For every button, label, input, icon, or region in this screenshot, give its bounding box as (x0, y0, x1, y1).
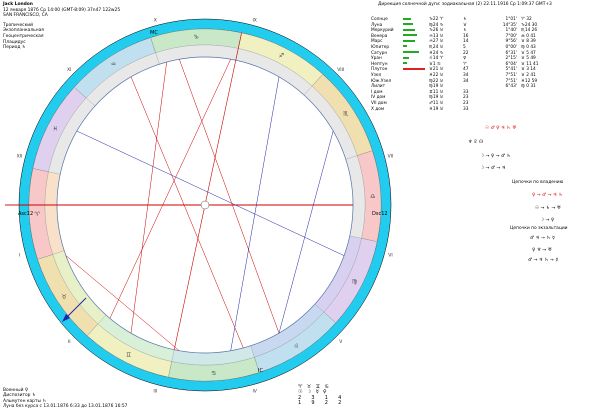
bar-fill (403, 17, 411, 20)
direction-title: Дирекция солнечной дуги: зодиакальная (2… (378, 2, 552, 7)
planet-position: ♓19 ♉ (429, 106, 444, 112)
bar-fill (403, 67, 425, 70)
sign-glyph: ♓ (53, 126, 58, 133)
dispositor-title: Цепочки по владению (512, 180, 564, 185)
dsc-label: Dsc12 (372, 211, 388, 217)
bar-fill (403, 23, 413, 26)
planet-table: Солнце ♑22 ♈ ♄ 1°01' ♈ 32 Луна ♍24 ♑ ♉ 14°35' ♑24… (369, 17, 553, 112)
sign-glyph: ♎ (370, 193, 375, 200)
directed-position (519, 107, 553, 113)
exaltation-chain-3: ♂ → ♃ ♄ → ☿ (528, 258, 559, 263)
mc-label: MC (150, 30, 158, 36)
rulership-chain-3: ☽ → ♀ → ♂ ♄ (480, 154, 511, 159)
bar-fill (403, 51, 419, 54)
sign-glyph: ♌ (294, 343, 299, 350)
bar-fill (403, 28, 415, 31)
bar-fill (403, 45, 407, 48)
house-number: VI (388, 253, 392, 259)
asc-label: Asc12 (18, 211, 33, 217)
house-number: XII (17, 153, 23, 159)
planet-name: X дом (371, 106, 385, 112)
house-number: VII (388, 153, 394, 159)
sign-glyph: ♍ (352, 278, 357, 285)
sign-glyph: ♋ (211, 370, 216, 377)
ic-label: IC (258, 368, 263, 374)
center-circle (200, 200, 210, 210)
house-number: I (19, 253, 20, 259)
house-number: IV (252, 388, 257, 394)
house-number: XI (67, 67, 71, 73)
sign-glyph: ♐ (279, 52, 284, 59)
house-number: VIII (337, 67, 344, 73)
rulership-chain-2: ♆ ♇ ☊ (468, 140, 484, 145)
sign-glyph: ♒ (111, 61, 116, 68)
sign-glyph: ♑ (194, 34, 199, 41)
exaltation-title: Цепочки по экзальтации (510, 226, 568, 231)
direction-arc (485, 107, 519, 113)
strength-bar (401, 107, 427, 113)
house-number: IX (252, 18, 256, 24)
house-number: V (339, 339, 343, 345)
bar-fill (403, 62, 407, 65)
dispositor-chain-3: ☽ → ♀ (540, 218, 555, 223)
planet-essential: 33 (463, 106, 469, 112)
bar-fill (403, 56, 409, 59)
chart-footer: Военный ♀ Диспозитор ♄ Альмутен карты ♄ … (3, 388, 127, 410)
moon-void-text: Луна без курса с 13.01.1876 6:33 до 13.0… (3, 404, 128, 410)
rulership-chain-4: ☽ → ♂ → ♃ (480, 166, 506, 171)
exaltation-chain-1: ♂ ♃ → ♄ ☿ (530, 236, 555, 241)
bar-fill (403, 34, 417, 37)
rulership-chain-1: ☉ ♂ ♀ ♃ ♄ ♅ (485, 126, 517, 131)
strength-bar (401, 67, 427, 73)
sign-glyph: ♉ (61, 293, 66, 300)
bar-fill (403, 39, 415, 42)
exaltation-chain-2: ♀ ♆ → ♅ (532, 248, 552, 253)
elements-table: ♈♉♊♋ ☉☽☿♀ 2 3 1 4 1 9 2 2 (298, 384, 346, 407)
sign-glyph: ♈ (35, 211, 41, 218)
dispositor-chain-2: ☉ → ♄ → ♅ (535, 206, 561, 211)
sign-glyph: ♊ (126, 352, 131, 359)
planet-row: X дом ♓19 ♉ 33 (369, 107, 553, 113)
dispositor-chain-1: ♀ → ♂ → ♃ ♄ (532, 193, 563, 198)
house-number: X (154, 18, 157, 24)
house-number: III (153, 388, 157, 394)
house-number: II (68, 339, 71, 345)
sign-glyph: ♏ (343, 111, 349, 118)
